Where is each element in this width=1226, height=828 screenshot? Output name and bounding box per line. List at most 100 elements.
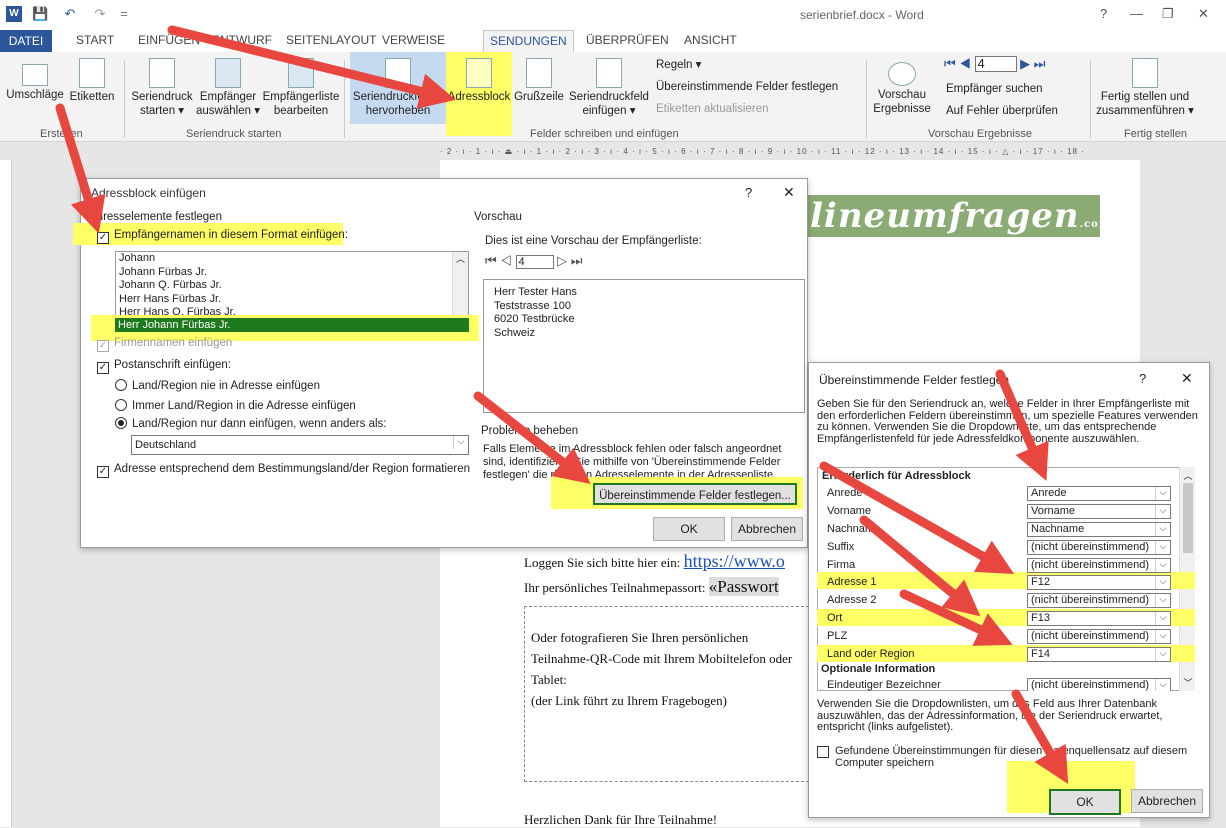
close-icon[interactable]: ✕ [783,184,795,201]
cancel-button[interactable]: Abbrechen [731,517,803,541]
group-felder-label: Felder schreiben und einfügen [530,128,679,140]
list-item[interactable]: Herr Hans Fürbas Jr. [119,293,468,307]
preview-line: Schweiz [494,326,535,339]
preview-line: 6020 Testbrücke [494,313,575,325]
country-select[interactable]: Deutschland [131,435,469,455]
tab-entwurf[interactable]: ENTWURF [212,33,272,47]
tab-ueberpruefen[interactable]: ÜBERPRÜFEN [586,33,669,47]
empfaenger-auswaehlen-button[interactable]: Empfänger auswählen ▾ [196,58,260,118]
preview-line: Herr Tester Hans [494,286,577,298]
required-header: Erforderlich für Adressblock [822,470,971,482]
tab-ansicht[interactable]: ANSICHT [684,33,737,47]
radio-never[interactable]: Land/Region nie in Adresse einfügen [115,379,320,392]
etiketten-aktualisieren-button: Etiketten aktualisieren [656,103,769,115]
undo-icon[interactable]: ↶ [62,6,78,22]
record-navigation[interactable]: ⏮ ◀ 4 ▶ ⏭ [944,56,1045,72]
list-item[interactable]: Johann Q. Fürbas Jr. [119,279,468,293]
customize-quick-access-icon[interactable]: = [116,6,132,22]
help-icon[interactable]: ? [745,185,752,200]
restore-icon[interactable]: ❐ [1162,6,1174,22]
record-number-input[interactable]: 4 [974,56,1017,72]
scrollbar-thumb[interactable] [1183,483,1193,553]
uebereinstimmende-felder-button[interactable]: Übereinstimmende Felder festlegen [656,80,838,94]
word-icon: W [6,6,22,22]
field-row-firma: Firma (nicht übereinstimmend) [819,557,1179,574]
format-checkbox[interactable]: ✓ Adresse entsprechend dem Bestimmungslan… [97,463,470,478]
field-select[interactable]: Anrede [1027,486,1171,501]
intro-text: Geben Sie für den Seriendruck an, welche… [817,398,1198,445]
cancel-button[interactable]: Abbrechen [1131,789,1203,813]
qr-text-line: (der Link führt zu Ihrem Fragebogen) [531,693,728,708]
grusszeile-button[interactable]: Grußzeile [514,58,564,104]
field-select[interactable]: F12 [1027,575,1171,590]
preview-icon [888,62,916,86]
field-row-land: Land oder Region F14 [819,646,1179,663]
match-fields-button[interactable]: Übereinstimmende Felder festlegen... [593,483,797,505]
empfaenger-suchen-button[interactable]: Empfänger suchen [946,82,1043,96]
vorschau-ergebnisse-button[interactable]: Vorschau Ergebnisse [872,62,932,116]
seriendruckfeld-einfuegen-button[interactable]: Seriendruckfeld einfügen ▾ [566,58,652,118]
postanschrift-checkbox[interactable]: ✓ Postanschrift einfügen: [97,359,231,374]
tab-datei[interactable]: DATEI [0,30,52,52]
tab-seitenlayout[interactable]: SEITENLAYOUT [286,33,376,47]
preview-record-input[interactable]: 4 [515,255,554,269]
group-erstellen-label: Erstellen [40,128,83,140]
list-item[interactable]: Johann Fürbas Jr. [119,266,468,280]
ok-button[interactable]: OK [1049,789,1121,815]
adressblock-button[interactable]: Adressblock [446,52,512,136]
redo-icon[interactable]: ↷ [92,6,108,22]
tab-sendungen[interactable]: SENDUNGEN [483,30,574,52]
section-label: Probleme beheben [481,425,579,437]
logo-suffix: .com [1079,219,1111,230]
ribbon-separator [1090,60,1091,138]
field-select[interactable]: Nachname [1027,522,1171,537]
umschlaege-button[interactable]: Umschläge [6,58,64,102]
preview-nav[interactable]: ⏮ ◁ 4 ▷ ⏭ [485,253,582,269]
logo-banner: lineumfragen.com [800,195,1109,237]
tab-verweise[interactable]: VERWEISE [382,33,445,47]
ribbon-tabs: DATEI START EINFÜGEN ENTWURF SEITENLAYOU… [0,30,1226,52]
auf-fehler-ueberpruefen-button[interactable]: Auf Fehler überprüfen [946,104,1058,118]
save-icon[interactable]: 💾 [32,6,48,22]
field-select[interactable]: (nicht übereinstimmend) [1027,593,1171,608]
passport-merge-field: «Passwort [708,577,779,596]
help-icon[interactable]: ? [1100,6,1107,21]
tab-start[interactable]: START [76,33,114,47]
ribbon-separator [866,60,867,138]
close-icon[interactable]: ✕ [1181,370,1193,387]
list-item[interactable]: Johann [119,252,468,266]
minimize-icon[interactable]: — [1130,6,1143,21]
radio-always[interactable]: Immer Land/Region in die Adresse einfüge… [115,399,356,412]
checkbox-checked-icon: ✓ [97,340,109,352]
seriendruckfelder-hervorheben-button[interactable]: Seriendruckfelder hervorheben [350,52,446,124]
footer-text: Verwenden Sie die Dropdownlisten, um das… [817,698,1163,733]
field-select[interactable]: F13 [1027,611,1171,626]
field-select[interactable]: (nicht übereinstimmend) [1027,558,1171,573]
field-select[interactable]: (nicht übereinstimmend) [1027,540,1171,555]
etiketten-button[interactable]: Etiketten [66,58,118,104]
login-link[interactable]: https://www.o [684,551,785,571]
regeln-button[interactable]: Regeln ▾ [656,58,701,72]
edit-list-icon [288,58,314,88]
help-icon[interactable]: ? [1139,371,1146,386]
field-select[interactable]: Vorname [1027,504,1171,519]
insert-field-icon [596,58,622,88]
field-select[interactable]: (nicht übereinstimmend) [1027,678,1171,691]
preview-line: Teststrasse 100 [494,299,572,312]
ok-button[interactable]: OK [653,517,725,541]
tab-einfuegen[interactable]: EINFÜGEN [138,33,200,47]
radio-only-if-different[interactable]: Land/Region nur dann einfügen, wenn ande… [115,417,386,430]
field-row-plz: PLZ (nicht übereinstimmend) [819,628,1179,645]
fertig-stellen-button[interactable]: Fertig stellen und zusammenführen ▾ [1094,58,1196,118]
empfaengerliste-bearbeiten-button[interactable]: Empfängerliste bearbeiten [262,58,340,118]
checkbox-checked-icon: ✓ [97,362,109,374]
field-select[interactable]: (nicht übereinstimmend) [1027,629,1171,644]
passport-line: Ihr persönliches Teilnahmepassort: «Pass… [524,577,779,596]
names-checkbox[interactable]: ✓ Empfängernamen in diesem Format einfüge… [97,229,348,244]
radio-icon [115,399,127,411]
field-select[interactable]: F14 [1027,647,1171,662]
field-row-vorname: Vorname Vorname [819,503,1179,520]
seriendruck-starten-button[interactable]: Seriendruck starten ▾ [130,58,194,118]
selected-list-item[interactable]: Herr Johann Fürbas Jr. [115,318,469,332]
close-icon[interactable]: ✕ [1198,6,1209,22]
